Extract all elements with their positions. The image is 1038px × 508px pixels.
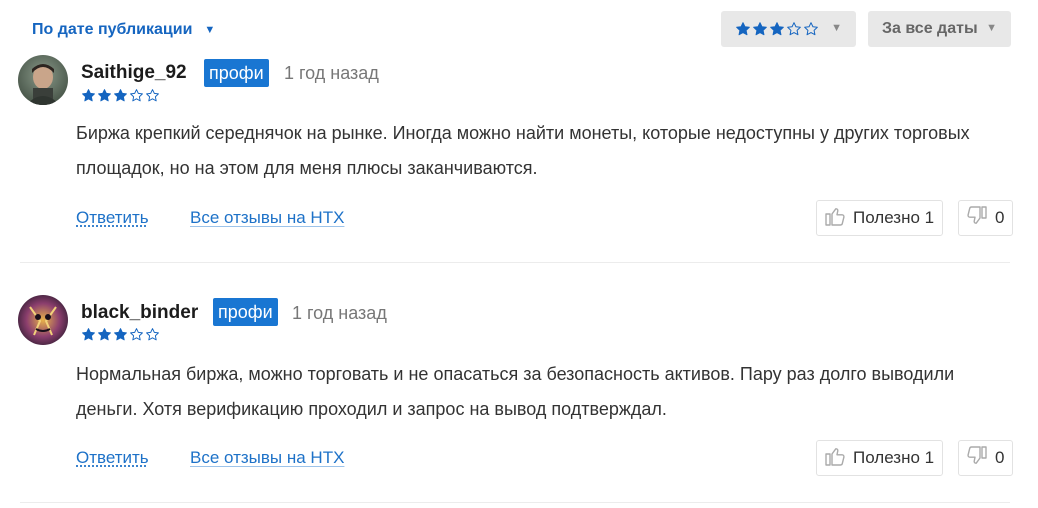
useful-label: Полезно 1 [853,208,935,227]
sort-by-date-dropdown[interactable]: По дате публикации ▼ [32,18,215,42]
review-time: 1 год назад [284,63,379,83]
rating-filter-stars [735,21,819,37]
reply-link[interactable]: Ответить [76,207,149,229]
caret-down-icon: ▼ [831,22,842,34]
star-filled-icon [98,328,111,341]
pro-badge: профи [213,298,278,326]
dislike-count: 0 [995,448,1005,467]
review-text: Биржа крепкий середнячок на рынке. Иногд… [76,123,970,178]
useful-button[interactable]: Полезно 1 [816,440,944,476]
thumbs-down-icon [965,204,995,233]
review-divider [20,502,1010,503]
star-filled-icon [736,22,750,36]
username[interactable]: Saithige_92 [81,61,187,85]
star-empty-icon [804,22,818,36]
caret-down-icon: ▼ [986,22,997,34]
reply-link[interactable]: Ответить [76,447,149,469]
star-empty-icon [146,89,159,102]
star-empty-icon [130,328,143,341]
thumbs-up-icon [823,444,853,473]
star-empty-icon [146,328,159,341]
useful-label: Полезно 1 [853,448,935,467]
review-text: Нормальная биржа, можно торговать и не о… [76,364,955,419]
all-reviews-link[interactable]: Все отзывы на HTX [190,447,344,469]
dislike-count: 0 [995,208,1005,227]
avatar[interactable] [18,55,68,105]
star-filled-icon [753,22,767,36]
star-filled-icon [770,22,784,36]
dislike-button[interactable]: 0 [958,440,1014,476]
all-reviews-link[interactable]: Все отзывы на HTX [190,207,344,229]
date-filter-label: За все даты [882,20,978,37]
review-time: 1 год назад [292,303,387,323]
date-filter-dropdown[interactable]: За все даты ▼ [868,11,1011,47]
star-filled-icon [98,89,111,102]
avatar[interactable] [18,295,68,345]
username[interactable]: black_binder [81,301,198,325]
review-rating-stars [81,88,160,103]
star-filled-icon [114,328,127,341]
star-filled-icon [82,89,95,102]
rating-filter-dropdown[interactable]: ▼ [721,11,856,47]
dislike-button[interactable]: 0 [958,200,1014,236]
review-divider [20,262,1010,263]
star-filled-icon [114,89,127,102]
caret-down-icon: ▼ [204,24,216,36]
pro-badge: профи [204,59,269,87]
star-filled-icon [82,328,95,341]
thumbs-down-icon [965,444,995,473]
review-rating-stars [81,327,160,342]
thumbs-up-icon [823,204,853,233]
star-empty-icon [787,22,801,36]
useful-button[interactable]: Полезно 1 [816,200,944,236]
star-empty-icon [130,89,143,102]
sort-label: По дате публикации [32,21,193,38]
